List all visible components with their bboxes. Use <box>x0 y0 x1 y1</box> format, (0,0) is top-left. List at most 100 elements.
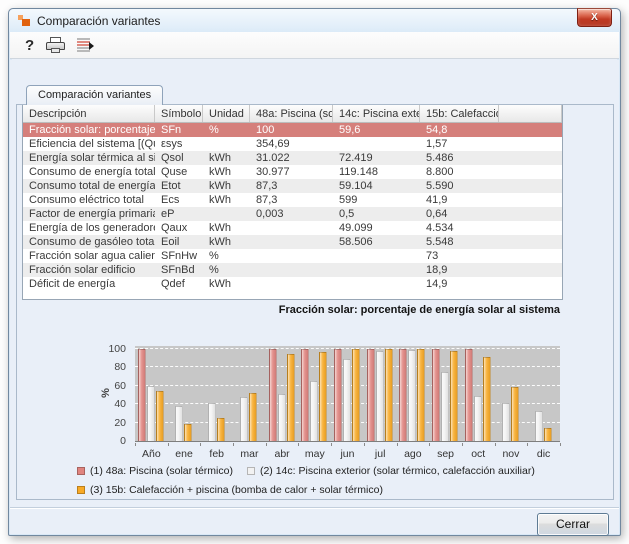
table-row[interactable]: Consumo de gasóleo totalEoilkWh58.5065.5… <box>23 235 562 249</box>
print-icon[interactable] <box>46 37 65 53</box>
table-cell: 59,6 <box>333 123 420 137</box>
bar <box>278 394 286 441</box>
table-row[interactable]: Energía de los generadores de c...QauxkW… <box>23 221 562 235</box>
table-cell: Etot <box>155 179 203 193</box>
table-cell: kWh <box>203 277 250 291</box>
table-cell: 73 <box>420 249 499 263</box>
app-icon <box>18 14 31 27</box>
legend-row: (1) 48a: Piscina (solar térmico)(2) 14c:… <box>77 465 577 477</box>
table-cell: 354,69 <box>250 137 333 151</box>
table-cell <box>499 263 562 277</box>
table-cell: Ecs <box>155 193 203 207</box>
table-row[interactable]: Fracción solar: porcentaje de en...SFn%1… <box>23 123 562 137</box>
bar <box>408 350 416 441</box>
bar-group <box>266 346 299 441</box>
table-cell: 87,3 <box>250 193 333 207</box>
bar-group <box>397 346 430 441</box>
table-row[interactable]: Factor de energía primariaeP0,0030,50,64 <box>23 207 562 221</box>
table-cell <box>250 235 333 249</box>
table-cell: Fracción solar edificio <box>23 263 155 277</box>
table-cell: 14,9 <box>420 277 499 291</box>
bar <box>287 354 295 441</box>
table-cell: 49.099 <box>333 221 420 235</box>
help-icon[interactable]: ? <box>25 37 34 54</box>
legend-swatch-icon <box>247 467 255 475</box>
table-cell: Qdef <box>155 277 203 291</box>
table-cell <box>250 249 333 263</box>
bar <box>249 393 257 441</box>
table-cell: 58.506 <box>333 235 420 249</box>
bar-group <box>168 346 201 441</box>
tab-comparacion-variantes[interactable]: Comparación variantes <box>26 85 163 105</box>
title-bar[interactable]: Comparación variantes <box>9 9 620 32</box>
legend-swatch-icon <box>77 486 85 494</box>
table-row[interactable]: Fracción solar agua caliente san...SFnHw… <box>23 249 562 263</box>
comparison-table: DescripciónSímboloUnidad48a: Piscina (so… <box>22 105 563 300</box>
bar-group <box>298 346 331 441</box>
bar <box>544 428 552 441</box>
legend-swatch-icon <box>77 467 85 475</box>
table-cell: kWh <box>203 179 250 193</box>
legend-row: (3) 15b: Calefacción + piscina (bomba de… <box>77 484 577 496</box>
table-cell: 31.022 <box>250 151 333 165</box>
table-row[interactable]: Consumo de energía totalQusekWh30.977119… <box>23 165 562 179</box>
bar-group <box>495 346 528 441</box>
y-axis: 020406080100 <box>77 346 130 442</box>
table-row[interactable]: Eficiencia del sistema [(Quse+Ei...εsys 3… <box>23 137 562 151</box>
table-cell <box>333 263 420 277</box>
bar <box>208 403 216 441</box>
table-cell <box>499 235 562 249</box>
bar <box>417 349 425 441</box>
bar <box>376 351 384 441</box>
y-tick-label: 40 <box>77 398 126 410</box>
table-cell: 41,9 <box>420 193 499 207</box>
table-cell: εsys <box>155 137 203 151</box>
table-cell: % <box>203 123 250 137</box>
bar-group <box>429 346 462 441</box>
table-cell: Eficiencia del sistema [(Quse+Ei... <box>23 137 155 151</box>
table-cell: 5.486 <box>420 151 499 165</box>
table-cell: Déficit de energía <box>23 277 155 291</box>
table-row[interactable]: Energía solar térmica al sistemaQsolkWh3… <box>23 151 562 165</box>
table-cell: Energía de los generadores de c... <box>23 221 155 235</box>
table-cell: 599 <box>333 193 420 207</box>
table-row[interactable]: Consumo eléctrico totalEcskWh87,359941,9 <box>23 193 562 207</box>
table-cell <box>250 221 333 235</box>
table-cell: Energía solar térmica al sistema <box>23 151 155 165</box>
table-cell: % <box>203 263 250 277</box>
x-tick-label: may <box>298 448 331 460</box>
export-report-icon[interactable] <box>77 38 94 52</box>
y-tick-label: 80 <box>77 361 126 373</box>
table-row[interactable]: Déficit de energíaQdefkWh 14,9 <box>23 277 562 291</box>
table-cell: 100 <box>250 123 333 137</box>
table-cell: Qsol <box>155 151 203 165</box>
bar <box>399 349 407 441</box>
bar <box>385 349 393 441</box>
table-cell <box>499 221 562 235</box>
table-cell: 119.148 <box>333 165 420 179</box>
bar <box>483 357 491 441</box>
x-tick-label: ene <box>168 448 201 460</box>
x-tick-label: feb <box>200 448 233 460</box>
table-row[interactable]: Consumo total de energía eléctri...Etotk… <box>23 179 562 193</box>
dialog-window: Comparación variantes X ? Comparación va… <box>8 8 621 536</box>
table-cell: 4.534 <box>420 221 499 235</box>
column-header: 15b: Calefacción ... <box>420 105 499 122</box>
bar <box>310 381 318 441</box>
table-cell <box>333 277 420 291</box>
x-tick-label: mar <box>233 448 266 460</box>
table-cell <box>499 193 562 207</box>
cerrar-button[interactable]: Cerrar <box>537 513 609 536</box>
x-tick-label: oct <box>462 448 495 460</box>
table-row[interactable]: Fracción solar edificioSFnBd%18,9 <box>23 263 562 277</box>
table-cell: 87,3 <box>250 179 333 193</box>
window-close-icon[interactable]: X <box>577 8 612 27</box>
table-cell: 59.104 <box>333 179 420 193</box>
table-cell: Consumo total de energía eléctri... <box>23 179 155 193</box>
bar <box>240 397 248 441</box>
table-cell <box>499 137 562 151</box>
bar <box>138 349 146 441</box>
table-cell <box>250 263 333 277</box>
chart-title: Fracción solar: porcentaje de energía so… <box>17 304 560 316</box>
table-cell <box>203 137 250 151</box>
